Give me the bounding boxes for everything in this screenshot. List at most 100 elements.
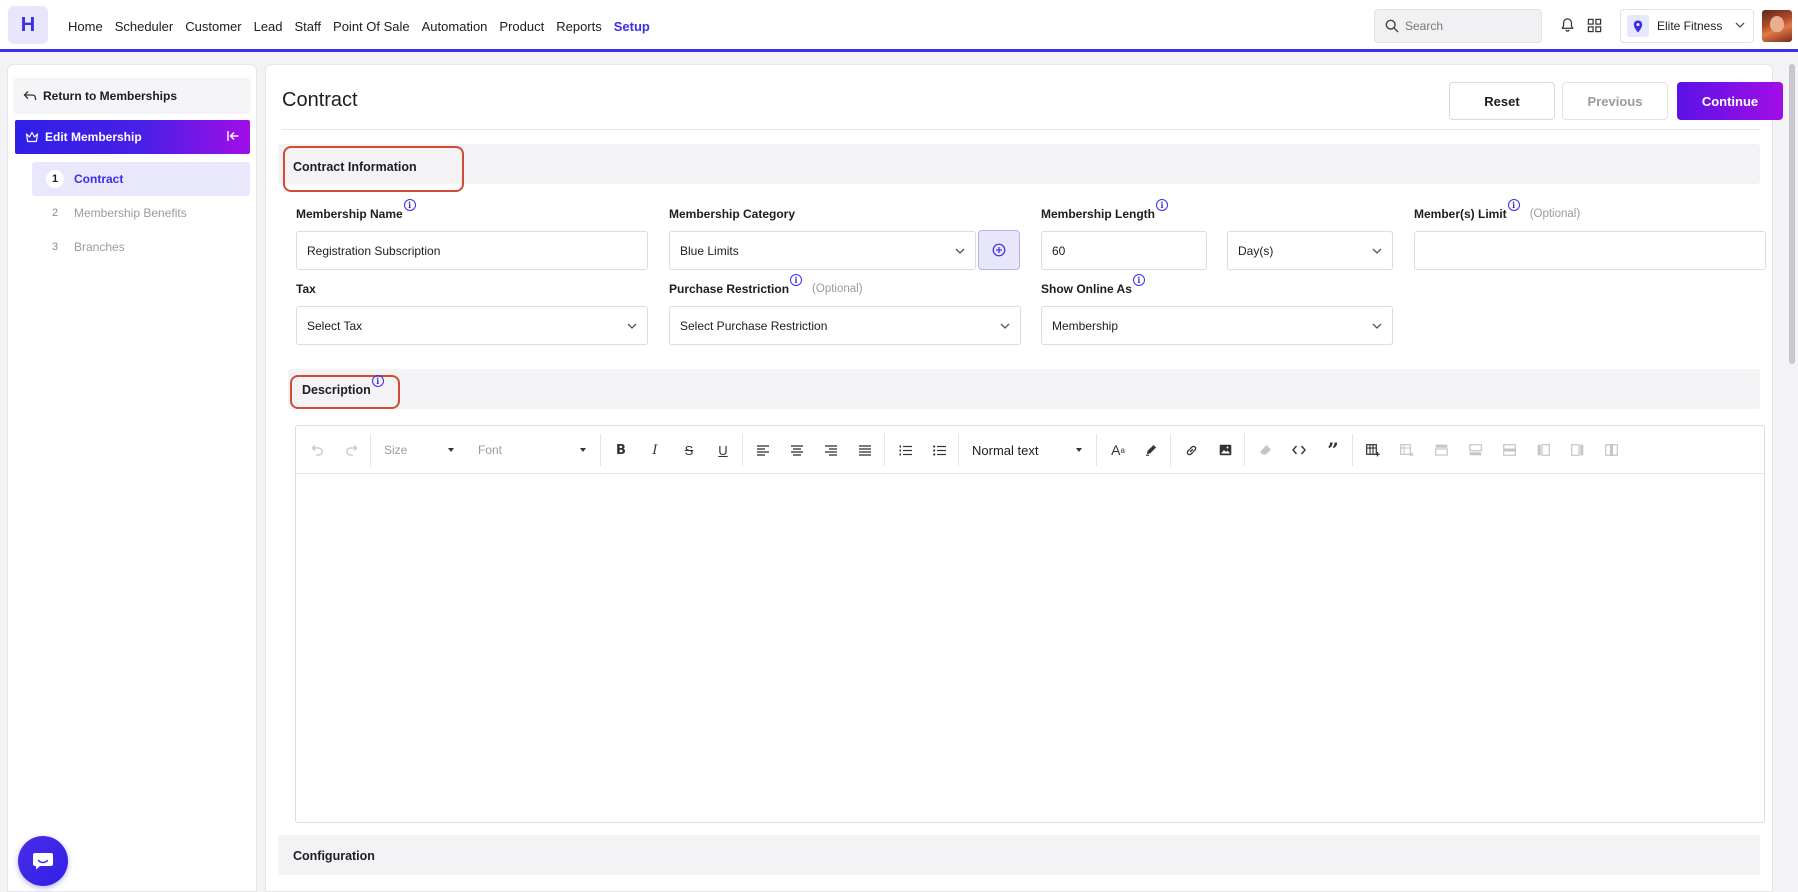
nav-customer[interactable]: Customer	[185, 19, 241, 34]
input-value: Registration Subscription	[307, 243, 441, 258]
font-family-select[interactable]: Font	[478, 438, 586, 462]
membership-name-input[interactable]: Registration Subscription	[296, 231, 648, 270]
nav-lead[interactable]: Lead	[254, 19, 283, 34]
align-right-icon[interactable]	[822, 440, 840, 460]
collapse-sidebar-icon[interactable]	[226, 130, 240, 142]
search-input[interactable]	[1405, 19, 1535, 33]
tax-select[interactable]: Select Tax	[296, 306, 648, 345]
select-value: Normal text	[972, 442, 1039, 458]
avatar[interactable]	[1762, 10, 1792, 42]
toolbar-divider	[370, 434, 371, 466]
redo-icon[interactable]	[342, 440, 360, 460]
return-to-memberships-link[interactable]: Return to Memberships	[13, 78, 251, 114]
step-contract[interactable]: 1 Contract	[32, 162, 250, 196]
info-icon[interactable]: i	[1507, 199, 1520, 211]
align-center-icon[interactable]	[788, 440, 806, 460]
step-label: Contract	[74, 172, 124, 186]
italic-icon[interactable]: I	[646, 440, 664, 460]
insert-row-below-icon[interactable]	[1466, 440, 1484, 460]
delete-row-icon[interactable]	[1500, 440, 1518, 460]
nav-home[interactable]: Home	[68, 19, 103, 34]
code-icon[interactable]	[1290, 440, 1308, 460]
chat-support-button[interactable]	[18, 836, 68, 886]
membership-category-select[interactable]: Blue Limits	[669, 231, 976, 270]
description-section-header	[288, 369, 1760, 409]
info-icon[interactable]: i	[790, 274, 803, 286]
nav-staff[interactable]: Staff	[295, 19, 322, 34]
nav-scheduler[interactable]: Scheduler	[115, 19, 174, 34]
block-format-select[interactable]: Normal text	[972, 438, 1082, 462]
purchase-restriction-select[interactable]: Select Purchase Restriction	[669, 306, 1021, 345]
info-icon[interactable]: i	[1156, 199, 1169, 211]
ordered-list-icon[interactable]	[896, 440, 914, 460]
editor-toolbar: Size Font B I S U Normal text Aa ”	[296, 426, 1764, 474]
image-icon[interactable]	[1216, 440, 1234, 460]
delete-column-icon[interactable]	[1602, 440, 1620, 460]
font-color-icon[interactable]: Aa	[1108, 440, 1128, 460]
insert-table-icon[interactable]	[1364, 440, 1382, 460]
toolbar-divider	[958, 434, 959, 466]
chevron-down-icon	[1372, 323, 1382, 329]
membership-length-input[interactable]: 60	[1041, 231, 1207, 270]
align-justify-icon[interactable]	[856, 440, 874, 460]
font-size-select[interactable]: Size	[384, 438, 454, 462]
purchase-restriction-label: Purchase Restriction i (Optional)	[669, 274, 863, 296]
eraser-icon[interactable]	[1256, 440, 1274, 460]
bell-icon[interactable]	[1556, 14, 1578, 36]
toolbar-divider	[600, 434, 601, 466]
edit-membership-header: Edit Membership	[15, 120, 250, 154]
quote-icon[interactable]: ”	[1324, 438, 1342, 462]
delete-table-icon[interactable]	[1398, 440, 1416, 460]
info-icon[interactable]: i	[403, 199, 416, 211]
description-heading: Description i	[302, 375, 384, 397]
link-icon[interactable]	[1182, 440, 1200, 460]
nav-automation[interactable]: Automation	[422, 19, 488, 34]
reset-button[interactable]: Reset	[1449, 82, 1555, 120]
chevron-down-icon	[627, 323, 637, 329]
main-nav: Home Scheduler Customer Lead Staff Point…	[62, 0, 656, 52]
undo-icon[interactable]	[308, 440, 326, 460]
highlight-pen-icon[interactable]	[1142, 440, 1160, 460]
unordered-list-icon[interactable]	[930, 440, 948, 460]
contract-info-section-header	[278, 144, 1760, 184]
underline-icon[interactable]: U	[714, 440, 732, 460]
toolbar-divider	[1352, 434, 1353, 466]
info-icon[interactable]: i	[1132, 274, 1145, 286]
previous-button[interactable]: Previous	[1562, 82, 1668, 120]
app-logo[interactable]: H	[8, 6, 48, 44]
strikethrough-icon[interactable]: S	[680, 440, 698, 460]
location-selector[interactable]: Elite Fitness	[1620, 9, 1754, 43]
label-text: Tax	[296, 282, 316, 296]
continue-button[interactable]: Continue	[1677, 82, 1783, 120]
nav-setup[interactable]: Setup	[614, 19, 650, 34]
add-category-button[interactable]	[978, 230, 1020, 270]
plus-circle-icon	[992, 243, 1006, 257]
apps-grid-icon[interactable]	[1583, 14, 1605, 36]
step-number: 1	[46, 170, 64, 188]
info-icon[interactable]: i	[371, 375, 384, 387]
nav-product[interactable]: Product	[499, 19, 544, 34]
chat-bubble-icon	[33, 853, 53, 870]
step-branches[interactable]: 3 Branches	[32, 230, 250, 264]
insert-row-above-icon[interactable]	[1432, 440, 1450, 460]
select-value: Select Tax	[307, 318, 363, 333]
chevron-down-icon	[1000, 323, 1010, 329]
configuration-section-header	[278, 835, 1760, 875]
bold-icon[interactable]: B	[612, 440, 630, 460]
member-limit-input[interactable]	[1414, 231, 1766, 270]
step-membership-benefits[interactable]: 2 Membership Benefits	[32, 196, 250, 230]
insert-column-left-icon[interactable]	[1534, 440, 1552, 460]
search-icon	[1385, 19, 1399, 33]
nav-reports[interactable]: Reports	[556, 19, 602, 34]
top-navbar: H Home Scheduler Customer Lead Staff Poi…	[0, 0, 1798, 52]
editor-content-area[interactable]	[296, 475, 1764, 822]
nav-point-of-sale[interactable]: Point Of Sale	[333, 19, 410, 34]
length-unit-select[interactable]: Day(s)	[1227, 231, 1393, 270]
configuration-heading: Configuration	[293, 849, 375, 863]
insert-column-right-icon[interactable]	[1568, 440, 1586, 460]
show-online-as-select[interactable]: Membership	[1041, 306, 1393, 345]
page-scrollbar[interactable]	[1789, 64, 1795, 364]
align-left-icon[interactable]	[754, 440, 772, 460]
membership-length-label: Membership Length i	[1041, 199, 1169, 221]
toolbar-divider	[1170, 434, 1171, 466]
